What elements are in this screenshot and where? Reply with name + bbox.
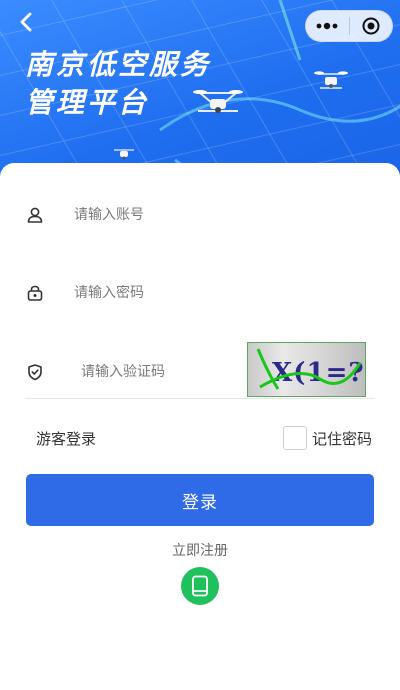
user-icon xyxy=(25,205,45,225)
captcha-input[interactable] xyxy=(81,363,231,380)
title-line-2: 管理平台 xyxy=(25,86,150,119)
phone-icon xyxy=(192,575,208,597)
drone-icon xyxy=(193,90,243,113)
close-icon xyxy=(362,17,380,35)
shield-icon xyxy=(25,362,45,382)
lock-icon xyxy=(25,283,45,303)
captcha-text: X(1=? xyxy=(272,358,365,388)
login-button[interactable]: 登录 xyxy=(26,474,374,526)
remember-checkbox[interactable] xyxy=(283,426,307,450)
drone-icon xyxy=(314,71,348,89)
page-title: 南京低空服务 管理平台 xyxy=(25,46,211,122)
account-field xyxy=(25,190,375,240)
captcha-image[interactable]: X(1=? xyxy=(247,342,366,397)
more-icon xyxy=(316,22,338,30)
phone-login-button[interactable] xyxy=(181,567,219,605)
title-line-1: 南京低空服务 xyxy=(25,48,212,81)
drone-icon xyxy=(114,149,134,160)
more-button[interactable] xyxy=(306,11,349,41)
remember-label: 记住密码 xyxy=(312,429,373,448)
mini-program-capsule xyxy=(305,10,393,42)
register-link[interactable]: 立即注册 xyxy=(0,540,400,560)
password-field xyxy=(25,268,375,318)
close-button[interactable] xyxy=(349,11,392,41)
guest-login-link[interactable]: 游客登录 xyxy=(36,428,96,449)
back-button[interactable] xyxy=(12,8,40,36)
password-input[interactable] xyxy=(74,285,274,301)
back-icon xyxy=(20,12,32,32)
account-input[interactable] xyxy=(74,207,274,223)
remember-password-toggle[interactable]: 记住密码 xyxy=(283,426,372,450)
